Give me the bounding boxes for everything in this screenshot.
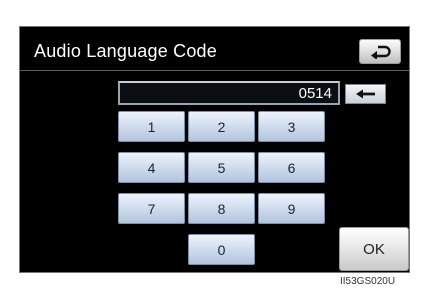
code-value: 0514 (298, 85, 332, 102)
key-6[interactable]: 6 (258, 152, 325, 183)
key-7[interactable]: 7 (118, 193, 185, 224)
key-5[interactable]: 5 (188, 152, 255, 183)
audio-language-code-screen: Audio Language Code 0514 1 2 3 4 5 6 7 8… (19, 26, 410, 273)
key-3[interactable]: 3 (258, 111, 325, 142)
ok-button[interactable]: OK (339, 227, 409, 271)
back-button[interactable] (359, 39, 401, 64)
key-4[interactable]: 4 (118, 152, 185, 183)
backspace-button[interactable] (345, 84, 386, 104)
key-0[interactable]: 0 (188, 234, 255, 265)
key-9[interactable]: 9 (258, 193, 325, 224)
key-2[interactable]: 2 (188, 111, 255, 142)
screen-title: Audio Language Code (34, 41, 217, 61)
code-display: 0514 (118, 81, 340, 105)
key-8[interactable]: 8 (188, 193, 255, 224)
title-divider (20, 70, 409, 71)
key-1[interactable]: 1 (118, 111, 185, 142)
figure-code: II53GS020U (340, 276, 396, 287)
return-arrow-icon (371, 45, 391, 59)
left-arrow-icon (355, 89, 375, 99)
